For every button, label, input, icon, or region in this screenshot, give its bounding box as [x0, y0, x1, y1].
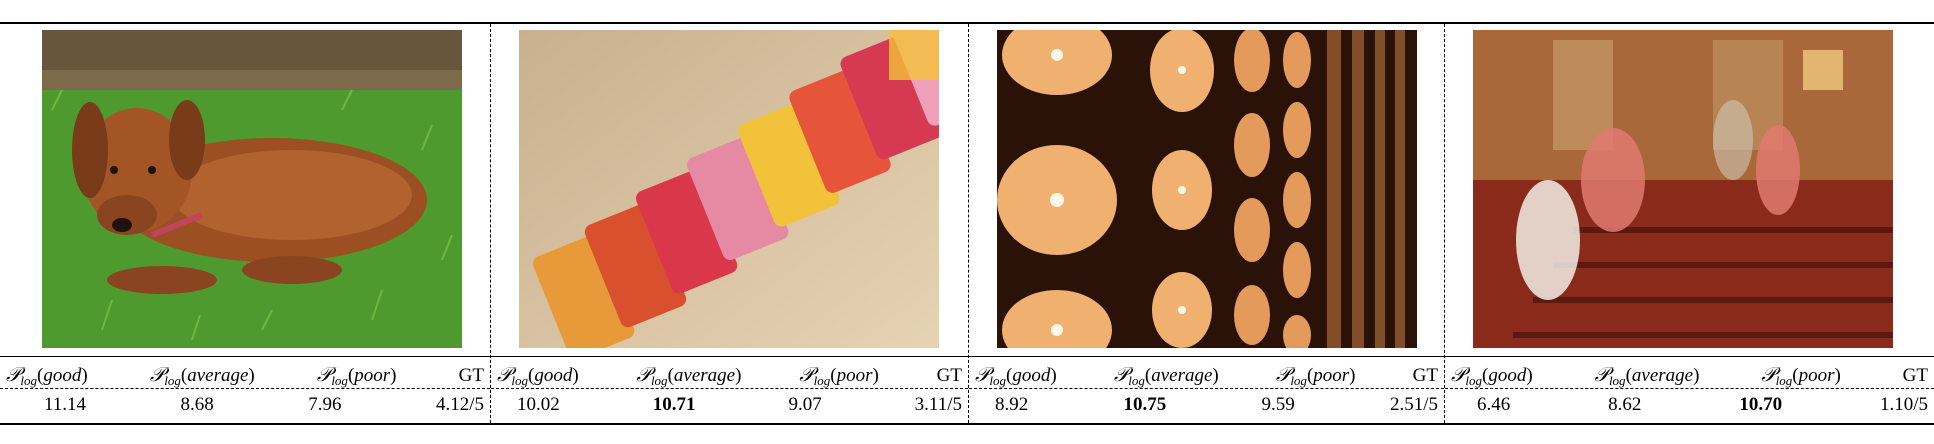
panel-1: 𝒫log(good) 𝒫log(average) 𝒫log(poor) GT 1… — [0, 24, 490, 423]
dachshund-image — [42, 30, 462, 348]
header-row: 𝒫log(good) 𝒫log(average) 𝒫log(poor) GT — [491, 362, 968, 389]
value-row: 11.14 8.68 7.96 4.12/5 — [0, 394, 490, 416]
value-poor: 7.96 — [308, 394, 342, 415]
header-poor: 𝒫log(poor) — [316, 362, 397, 388]
header-poor: 𝒫log(poor) — [1761, 362, 1841, 388]
header-rule — [491, 356, 968, 357]
value-poor: 9.07 — [788, 394, 822, 415]
value-good: 11.14 — [44, 394, 87, 415]
value-gt: 4.12/5 — [435, 394, 484, 415]
figure-table: 𝒫log(good) 𝒫log(average) 𝒫log(poor) GT 1… — [0, 24, 1934, 423]
value-gt: 2.51/5 — [1389, 394, 1438, 415]
value-average: 10.75 — [1123, 394, 1167, 415]
header-row: 𝒫log(good) 𝒫log(average) 𝒫log(poor) GT — [1445, 362, 1934, 389]
value-row: 8.92 10.75 9.59 2.51/5 — [969, 394, 1444, 416]
header-dashed-rule — [491, 388, 968, 389]
bottom-rule — [0, 423, 1934, 425]
header-gt: GT — [1902, 365, 1928, 386]
header-row: 𝒫log(good) 𝒫log(average) 𝒫log(poor) GT — [0, 362, 490, 389]
header-poor: 𝒫log(poor) — [1275, 362, 1356, 388]
header-dashed-rule — [1445, 388, 1934, 389]
header-average: 𝒫log(average) — [149, 362, 255, 388]
value-gt: 1.10/5 — [1879, 394, 1928, 415]
header-rule — [969, 356, 1444, 357]
header-gt: GT — [1412, 365, 1438, 386]
header-row: 𝒫log(good) 𝒫log(average) 𝒫log(poor) GT — [969, 362, 1444, 389]
value-poor: 10.70 — [1739, 394, 1783, 415]
value-good: 8.92 — [995, 394, 1029, 415]
value-good: 10.02 — [517, 394, 560, 415]
value-row: 6.46 8.62 10.70 1.10/5 — [1445, 394, 1934, 416]
value-poor: 9.59 — [1261, 394, 1295, 415]
header-average: 𝒫log(average) — [636, 362, 742, 388]
header-dashed-rule — [0, 388, 490, 389]
value-gt: 3.11/5 — [914, 394, 962, 415]
header-gt: GT — [936, 365, 962, 386]
value-row: 10.02 10.71 9.07 3.11/5 — [491, 394, 968, 416]
value-average: 10.71 — [652, 394, 696, 415]
header-rule — [1445, 356, 1934, 357]
header-good: 𝒫log(good) — [1451, 362, 1533, 388]
header-average: 𝒫log(average) — [1594, 362, 1700, 388]
header-rule — [0, 356, 490, 357]
header-poor: 𝒫log(poor) — [799, 362, 879, 388]
header-good: 𝒫log(good) — [975, 362, 1057, 388]
panel-3: 𝒫log(good) 𝒫log(average) 𝒫log(poor) GT 8… — [968, 24, 1444, 423]
header-average: 𝒫log(average) — [1113, 362, 1219, 388]
value-good: 6.46 — [1477, 394, 1511, 415]
header-dashed-rule — [969, 388, 1444, 389]
panel-4: 𝒫log(good) 𝒫log(average) 𝒫log(poor) GT 6… — [1444, 24, 1934, 423]
panel-2: 𝒫log(good) 𝒫log(average) 𝒫log(poor) GT 1… — [490, 24, 968, 423]
lamps-image — [997, 30, 1417, 348]
value-average: 8.62 — [1608, 394, 1642, 415]
header-good: 𝒫log(good) — [497, 362, 579, 388]
candy-image — [519, 30, 939, 348]
value-average: 8.68 — [180, 394, 214, 415]
header-good: 𝒫log(good) — [6, 362, 88, 388]
header-gt: GT — [458, 365, 484, 386]
church-image — [1473, 30, 1893, 348]
